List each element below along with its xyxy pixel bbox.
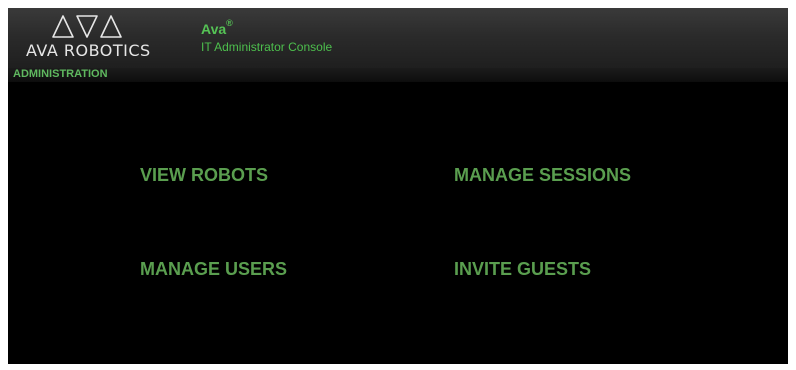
app-subtitle: IT Administrator Console xyxy=(201,40,333,54)
invite-guests-link[interactable]: INVITE GUESTS xyxy=(454,259,591,280)
manage-users-link[interactable]: MANAGE USERS xyxy=(140,259,287,280)
app-name-text: Ava xyxy=(201,21,227,37)
ava-triangles-logo-icon xyxy=(52,15,122,38)
section-bar: ADMINISTRATION xyxy=(8,68,788,82)
registered-mark: ® xyxy=(226,18,233,28)
view-robots-link[interactable]: VIEW ROBOTS xyxy=(140,165,268,186)
section-label-administration: ADMINISTRATION xyxy=(13,68,108,80)
console-window: AVA ROBOTICS Ava® IT Administrator Conso… xyxy=(8,8,788,364)
manage-sessions-link[interactable]: MANAGE SESSIONS xyxy=(454,165,631,186)
header-bar: AVA ROBOTICS Ava® IT Administrator Conso… xyxy=(8,8,788,68)
ava-robotics-logo: AVA ROBOTICS xyxy=(22,11,162,65)
logo-text: AVA ROBOTICS xyxy=(26,41,151,60)
app-name: Ava® xyxy=(201,18,233,37)
